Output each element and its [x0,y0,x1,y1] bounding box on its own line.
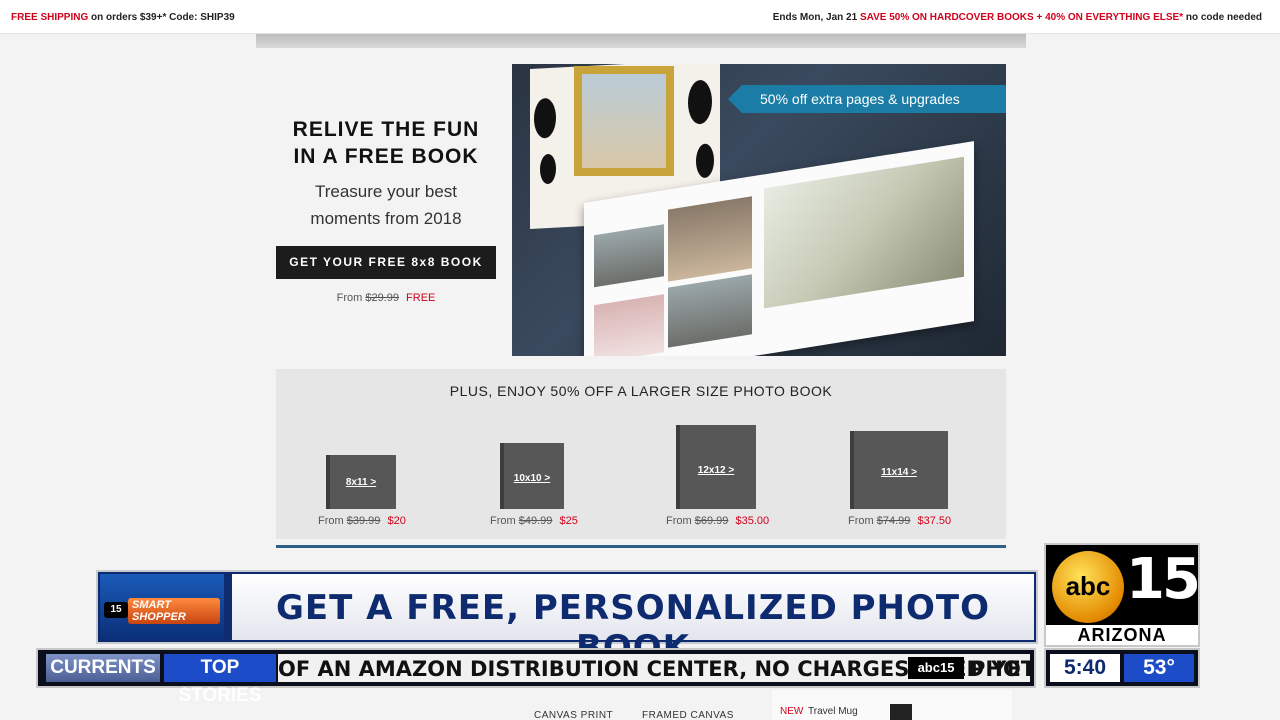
cover-pattern [696,143,714,179]
original-price: $49.99 [518,515,553,527]
promo-subtitle-line1: Treasure your best [314,182,458,201]
abc15-logo: 15 [104,602,128,618]
size-label: 8x11 > [345,477,377,488]
promo-title-line1: RELIVE THE FUN [292,118,480,141]
price-from-label: From [848,515,874,527]
travel-mug-label: Travel Mug [808,706,858,717]
nav-framed-canvas[interactable]: FRAMED CANVAS [642,710,734,720]
ticker-section: TOP STORIES [164,654,276,706]
size-label: 10x10 > [513,473,551,484]
spread-photo [594,294,664,356]
book-size-10x10[interactable]: 10x10 > [500,443,564,509]
size-offer-heading: PLUS, ENJOY 50% OFF A LARGER SIZE PHOTO … [449,383,833,399]
book-size-12x12[interactable]: 12x12 > [676,425,756,509]
spread-photo [668,274,752,348]
price-from-label: From [318,515,344,527]
news-headline: GET A FREE, PERSONALIZED PHOTO BOOK [232,574,1034,668]
ticker-crawl: OF AN AMAZON DISTRIBUTION CENTER, NO CHA… [278,654,1030,682]
news-ticker: CURRENTS TOP STORIES OF AN AMAZON DISTRI… [36,648,1036,706]
size-price: From $74.99 $37.50 [848,515,951,527]
sale-end-date: Ends Mon, Jan 21 [772,12,860,23]
cover-photo-frame [574,66,674,176]
network-name: abc [1065,571,1111,601]
section-divider [276,545,1006,548]
station-region: ARIZONA [1046,625,1198,645]
smart-shopper-badge: 15 SMART SHOPPER [100,574,224,640]
mug-image [890,704,912,720]
sale-offer: SAVE 50% ON HARDCOVER BOOKS + 40% ON EVE… [859,12,1184,23]
photo-book-hero-image[interactable]: 50% off extra pages & upgrades [512,64,1006,356]
free-shipping-label: FREE SHIPPING [11,12,89,23]
channel-number: 15 [1126,547,1201,612]
temperature: 53° [1124,654,1194,682]
clock: 5:40 [1050,654,1120,682]
sale-note: no code needed [1183,12,1262,23]
header-shadow [256,34,1026,48]
promo-subtitle: Treasure your best moments from 2018 [276,178,496,232]
price-from-label: From [336,292,363,304]
get-free-book-button[interactable]: GET YOUR FREE 8x8 BOOK [276,246,496,279]
upgrade-offer-tag: 50% off extra pages & upgrades [728,85,1006,113]
new-badge: NEW [780,706,804,717]
news-lower-third: 15 SMART SHOPPER GET A FREE, PERSONALIZE… [96,570,1038,668]
sale-price: $25 [559,515,578,527]
free-book-promo: RELIVE THE FUN IN A FREE BOOK Treasure y… [276,116,496,304]
ticker-text-next: PHO [970,657,1021,681]
sale-price: $35.00 [735,515,770,527]
size-price: From $69.99 $35.00 [666,515,769,527]
size-label: 11x14 > [881,467,917,478]
book-size-11x14[interactable]: 11x14 > [850,431,948,509]
sale-price: $37.50 [917,515,952,527]
promo-title-line2: IN A FREE BOOK [293,145,479,168]
larger-size-offer: PLUS, ENJOY 50% OFF A LARGER SIZE PHOTO … [276,369,1006,539]
spread-photo [668,196,752,282]
ticker-logo: abc15 [908,657,964,679]
book-size-8x11[interactable]: 8x11 > [326,455,396,509]
time-weather-box: 5:40 53° [1044,648,1200,688]
promo-banner: FREE SHIPPING on orders $39+* Code: SHIP… [0,0,1280,34]
station-logo: abc 15 ARIZONA [1044,543,1201,647]
ticker-label: CURRENTS [46,654,160,682]
travel-mug-promo[interactable]: NEW Travel Mug [772,690,1012,720]
original-price: $39.99 [346,515,381,527]
cover-pattern [688,79,712,125]
cover-pattern [540,153,556,185]
cover-pattern [534,97,556,139]
size-label: 12x12 > [697,465,735,476]
promo-title: RELIVE THE FUN IN A FREE BOOK [276,116,496,170]
shipping-code-text: on orders $39+* Code: SHIP39 [88,12,235,23]
spread-photo [594,224,664,288]
price-from-label: From [666,515,692,527]
sale-price: FREE [406,292,436,304]
promo-subtitle-line2: moments from 2018 [310,209,462,228]
size-price: From $39.99 $20 [318,515,406,527]
segment-name: SMART SHOPPER [128,598,220,624]
nav-canvas-print[interactable]: CANVAS PRINT [534,710,613,720]
promo-price: From $29.99 FREE [276,292,496,304]
shipping-promo[interactable]: FREE SHIPPING on orders $39+* Code: SHIP… [11,12,235,23]
original-price: $29.99 [365,292,399,304]
sale-promo[interactable]: Ends Mon, Jan 21 SAVE 50% ON HARDCOVER B… [773,12,1262,23]
price-from-label: From [490,515,516,527]
spread-large-photo [764,156,964,309]
upgrade-offer-text: 50% off extra pages & upgrades [760,91,960,107]
original-price: $74.99 [876,515,911,527]
original-price: $69.99 [694,515,729,527]
sale-price: $20 [387,515,406,527]
size-price: From $49.99 $25 [490,515,578,527]
cover-photo [582,74,666,168]
abc-logo: abc [1052,551,1124,623]
